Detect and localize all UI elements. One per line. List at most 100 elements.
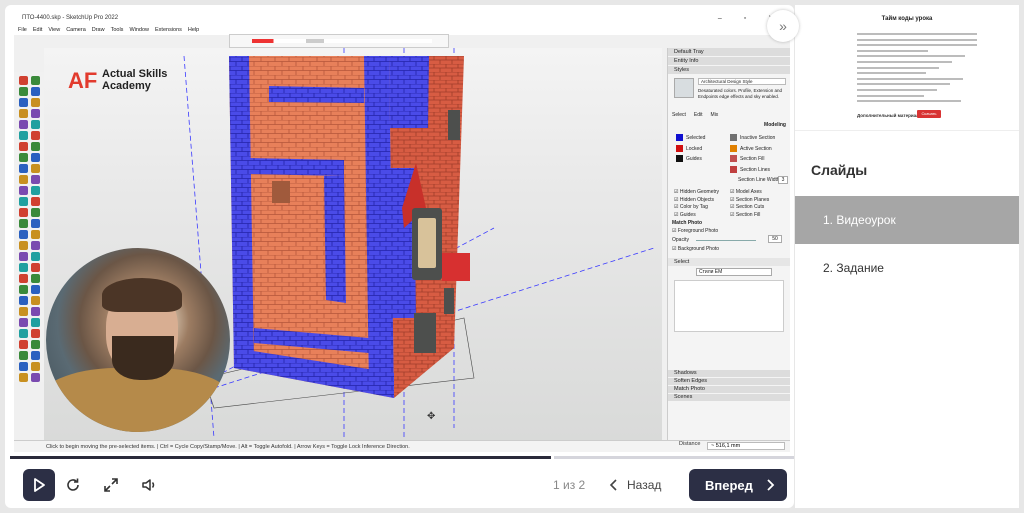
tool-icon[interactable] [19,351,28,360]
replay-button[interactable] [63,475,83,495]
timecodes-document[interactable]: Тайм коды урока Дополнительный материал:… [795,5,1019,131]
tray-section-header[interactable]: Scenes [668,394,790,401]
tool-icon[interactable] [31,241,40,250]
tool-icon[interactable] [31,87,40,96]
tool-icon[interactable] [19,219,28,228]
download-button[interactable]: Скачать [917,110,941,118]
section-line-width-input[interactable]: 3 [778,176,788,184]
tool-icon[interactable] [19,208,28,217]
tool-icon[interactable] [31,252,40,261]
tool-icon[interactable] [19,318,28,327]
tool-icon[interactable] [19,340,28,349]
menu-item[interactable]: Tools [111,27,124,33]
visibility-checkbox[interactable]: ☑ Model Axes [730,189,762,195]
color-swatch[interactable] [730,165,737,173]
tool-icon[interactable] [31,98,40,107]
tool-icon[interactable] [19,373,28,382]
tool-icon[interactable] [31,296,40,305]
menu-item[interactable]: Extensions [155,27,182,33]
tool-icon[interactable] [19,285,28,294]
tool-icon[interactable] [31,329,40,338]
visibility-checkbox[interactable]: ☑ Hidden Geometry [674,189,719,195]
tool-icon[interactable] [31,318,40,327]
back-button[interactable]: Назад [609,475,661,495]
visibility-checkbox[interactable]: ☑ Section Fill [730,212,760,218]
style-thumbnail[interactable] [674,78,694,98]
color-swatch[interactable] [676,144,683,152]
menu-item[interactable]: Edit [33,27,42,33]
tool-icon[interactable] [19,186,28,195]
tool-icon[interactable] [19,296,28,305]
tool-icon[interactable] [31,142,40,151]
tool-icon[interactable] [31,362,40,371]
collapse-sidebar-button[interactable]: » [767,10,799,42]
menu-item[interactable]: Camera [66,27,86,33]
tool-icon[interactable] [19,197,28,206]
visibility-checkbox[interactable]: ☑ Color by Tag [674,204,708,210]
color-swatch[interactable] [676,134,683,141]
tool-icon[interactable] [31,153,40,162]
tool-icon[interactable] [19,230,28,239]
menu-item[interactable]: File [18,27,27,33]
color-swatch[interactable] [730,134,737,141]
tray-tab[interactable]: Edit [694,112,703,118]
tool-icon[interactable] [19,76,28,85]
style-name-field[interactable]: Architectural Design Style [698,78,786,85]
tool-icon[interactable] [31,373,40,382]
next-button[interactable]: Вперед [689,469,787,501]
slide-item[interactable]: 2. Задание [795,244,1019,292]
tool-icon[interactable] [31,263,40,272]
tool-icon[interactable] [31,186,40,195]
tool-icon[interactable] [19,87,28,96]
tray-section-header[interactable]: Match Photo [668,386,790,393]
menu-item[interactable]: View [48,27,60,33]
style-collection-dropdown[interactable]: Стили ЕМ [696,268,772,276]
tool-icon[interactable] [19,241,28,250]
menu-item[interactable]: Window [129,27,149,33]
menu-item[interactable]: Draw [92,27,105,33]
visibility-checkbox[interactable]: ☑ Section Cuts [730,204,764,210]
tool-icon[interactable] [19,362,28,371]
style-thumbnails-grid[interactable] [674,280,784,332]
tool-icon[interactable] [31,131,40,140]
tool-icon[interactable] [31,208,40,217]
tray-section-header[interactable]: Shadows [668,370,790,377]
tool-icon[interactable] [31,197,40,206]
progress-bar[interactable] [10,456,551,459]
tool-icon[interactable] [19,120,28,129]
tool-icon[interactable] [31,219,40,228]
tool-icon[interactable] [31,164,40,173]
distance-field[interactable]: ~ 516,1 mm [707,442,785,450]
tool-icon[interactable] [31,307,40,316]
tool-icon[interactable] [19,164,28,173]
visibility-checkbox[interactable]: ☑ Section Planes [730,197,769,203]
opacity-slider[interactable] [696,240,756,241]
tool-icon[interactable] [19,109,28,118]
menu-item[interactable]: Help [188,27,199,33]
slide-item[interactable]: 1. Видеоурок [795,196,1019,244]
color-swatch[interactable] [730,155,737,162]
tray-title[interactable]: Default Tray [668,48,790,56]
tool-icon[interactable] [19,329,28,338]
tool-icon[interactable] [31,175,40,184]
tool-icon[interactable] [31,351,40,360]
tray-styles[interactable]: Styles [668,66,790,74]
tray-tab[interactable]: Select [672,112,686,118]
fullscreen-button[interactable] [101,475,121,495]
tool-icon[interactable] [31,274,40,283]
tool-icon[interactable] [19,274,28,283]
visibility-checkbox[interactable]: ☑ Guides [674,212,696,218]
visibility-checkbox[interactable]: ☑ Hidden Objects [674,197,714,203]
tray-section-header[interactable]: Soften Edges [668,378,790,385]
foreground-photo-check[interactable]: ☑ Foreground Photo [672,228,718,234]
color-swatch[interactable] [676,155,683,162]
tool-icon[interactable] [19,131,28,140]
tool-icon[interactable] [31,340,40,349]
tool-icon[interactable] [31,109,40,118]
tray-tab[interactable]: Mix [711,112,719,118]
volume-button[interactable] [139,475,159,495]
tool-icon[interactable] [31,285,40,294]
tool-icon[interactable] [19,252,28,261]
tool-icon[interactable] [31,76,40,85]
background-photo-check[interactable]: ☑ Background Photo [672,246,719,252]
